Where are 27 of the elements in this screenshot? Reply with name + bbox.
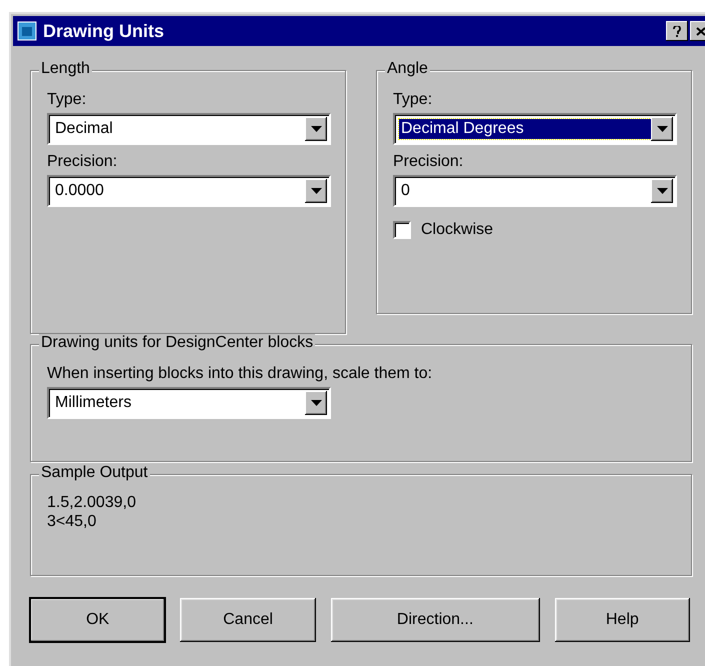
dialog-button[interactable]: Help	[554, 598, 690, 642]
field-label: Precision:	[393, 153, 464, 171]
sample-text: 3<45,0	[47, 512, 98, 531]
dropdown[interactable]: 0	[393, 175, 677, 207]
dialog-button[interactable]: Cancel	[180, 598, 316, 642]
dropdown[interactable]: 0.0000	[47, 175, 331, 207]
dropdown[interactable]: Decimal Degrees	[393, 113, 677, 145]
field-label: Precision:	[47, 153, 118, 171]
window-title: Drawing Units	[43, 20, 166, 42]
checkbox[interactable]	[393, 221, 411, 239]
dialog-button[interactable]: OK	[30, 598, 166, 642]
app-icon	[17, 21, 37, 41]
group-title: Drawing units for DesignCenter blocks	[39, 334, 316, 352]
group-title: Angle	[385, 60, 430, 78]
help-button[interactable]	[666, 21, 688, 41]
group-title: Length	[39, 60, 92, 78]
close-icon	[696, 26, 705, 36]
dropdown[interactable]: Decimal	[47, 113, 331, 145]
question-mark-icon	[673, 26, 681, 36]
dialog-button[interactable]: Direction...	[330, 598, 540, 642]
sample-text: 1.5,2.0039,0	[47, 493, 137, 512]
field-label: Type:	[393, 91, 434, 109]
field-label: When inserting blocks into this drawing, scale them to:	[47, 365, 434, 383]
dropdown[interactable]: Millimeters	[47, 387, 331, 419]
checkbox-label[interactable]: Clockwise	[421, 221, 494, 239]
field-label: Type:	[47, 91, 88, 109]
group-title: Sample Output	[39, 464, 150, 482]
